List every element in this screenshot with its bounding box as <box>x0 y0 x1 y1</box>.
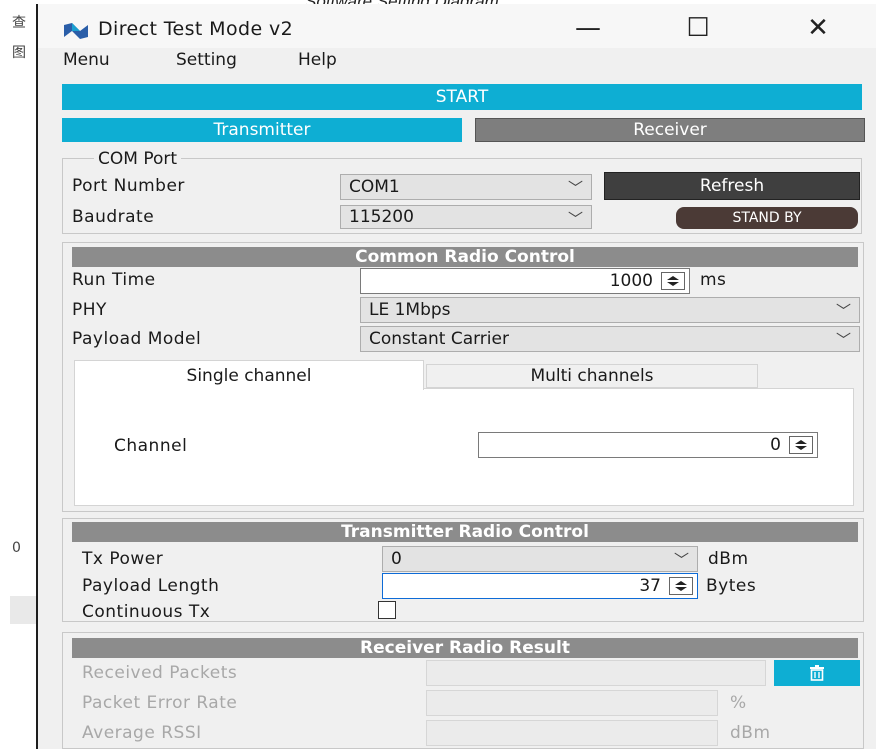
window-title: Direct Test Mode v2 <box>98 18 294 40</box>
app-logo-icon <box>64 23 88 39</box>
channel-input[interactable]: 0 <box>478 432 818 458</box>
packet-error-rate-label: Packet Error Rate <box>82 693 238 713</box>
payload-length-unit: Bytes <box>706 576 757 596</box>
tab-transmitter[interactable]: Transmitter <box>62 118 462 142</box>
close-button[interactable]: ✕ <box>788 10 848 46</box>
gutter-char: 0 <box>12 540 21 556</box>
menu-item-menu[interactable]: Menu <box>63 50 110 70</box>
chevron-down-icon: ﹀ <box>567 179 583 197</box>
tx-power-select[interactable]: 0 ﹀ <box>382 546 698 572</box>
baudrate-select[interactable]: 115200 ﹀ <box>340 205 592 229</box>
average-rssi-unit: dBm <box>730 723 771 743</box>
phy-value: LE 1Mbps <box>369 300 451 320</box>
gutter-char: 查 <box>12 15 26 31</box>
minimize-button[interactable]: — <box>558 10 618 46</box>
payload-model-value: Constant Carrier <box>369 329 509 349</box>
chevron-down-icon: ﹀ <box>673 551 689 569</box>
run-time-value: 1000 <box>609 271 653 291</box>
continuous-tx-checkbox[interactable] <box>378 601 396 619</box>
tx-power-unit: dBm <box>708 549 749 569</box>
port-number-label: Port Number <box>72 176 185 196</box>
start-button[interactable]: START <box>62 84 862 110</box>
trash-icon <box>810 665 824 681</box>
average-rssi-field <box>426 720 718 746</box>
phy-select[interactable]: LE 1Mbps ﹀ <box>360 297 860 323</box>
payload-length-value: 37 <box>639 576 661 596</box>
port-number-select[interactable]: COM1 ﹀ <box>340 174 592 200</box>
phy-label: PHY <box>72 300 107 320</box>
status-badge: STAND BY <box>676 207 858 229</box>
spinner-icon[interactable] <box>789 436 813 454</box>
channel-label: Channel <box>114 436 188 456</box>
chevron-down-icon: ﹀ <box>567 210 583 228</box>
chevron-down-icon: ﹀ <box>835 331 851 349</box>
menu-item-help[interactable]: Help <box>298 50 337 70</box>
run-time-input[interactable]: 1000 <box>360 268 690 294</box>
average-rssi-label: Average RSSI <box>82 723 202 743</box>
packet-error-rate-unit: % <box>730 693 747 713</box>
spinner-icon[interactable] <box>669 577 693 595</box>
tab-multi-channels[interactable]: Multi channels <box>426 364 758 388</box>
title-bar[interactable]: Direct Test Mode v2 — ☐ ✕ <box>38 4 876 48</box>
payload-length-input[interactable]: 37 <box>382 573 698 599</box>
received-packets-label: Received Packets <box>82 663 238 683</box>
gutter-char: 图 <box>12 45 26 61</box>
received-packets-field <box>426 660 766 686</box>
tab-single-channel[interactable]: Single channel <box>74 360 424 390</box>
refresh-button[interactable]: Refresh <box>604 172 860 200</box>
com-port-legend: COM Port <box>94 149 182 169</box>
payload-length-label: Payload Length <box>82 576 220 596</box>
baudrate-label: Baudrate <box>72 207 155 227</box>
chevron-down-icon: ﹀ <box>835 302 851 320</box>
common-radio-header: Common Radio Control <box>72 247 858 267</box>
app-window: Direct Test Mode v2 — ☐ ✕ Menu Setting H… <box>36 4 876 749</box>
maximize-button[interactable]: ☐ <box>668 10 728 46</box>
transmitter-radio-header: Transmitter Radio Control <box>72 522 858 542</box>
channel-value: 0 <box>770 435 781 455</box>
tx-power-label: Tx Power <box>82 549 164 569</box>
spinner-icon[interactable] <box>661 272 685 290</box>
payload-model-select[interactable]: Constant Carrier ﹀ <box>360 326 860 352</box>
clear-results-button[interactable] <box>774 660 860 686</box>
receiver-result-header: Receiver Radio Result <box>72 638 858 658</box>
gutter-bar <box>10 596 36 624</box>
port-number-value: COM1 <box>349 177 400 197</box>
payload-model-label: Payload Model <box>72 329 202 349</box>
tab-receiver[interactable]: Receiver <box>475 118 865 142</box>
run-time-unit: ms <box>700 270 727 290</box>
tx-power-value: 0 <box>391 549 402 569</box>
menu-bar: Menu Setting Help <box>38 50 876 76</box>
continuous-tx-label: Continuous Tx <box>82 602 211 622</box>
run-time-label: Run Time <box>72 270 156 290</box>
packet-error-rate-field <box>426 690 718 716</box>
baudrate-value: 115200 <box>349 207 414 227</box>
menu-item-setting[interactable]: Setting <box>176 50 237 70</box>
